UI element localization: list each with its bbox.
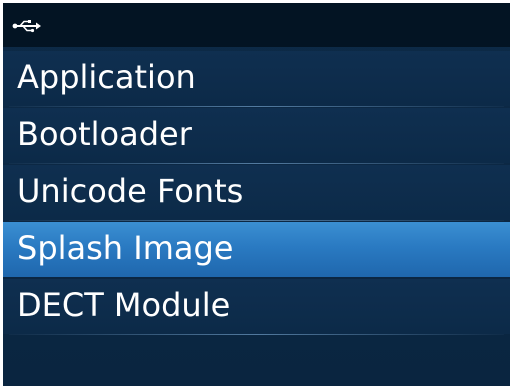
divider [9, 163, 504, 164]
divider [9, 334, 504, 335]
menu-item-bootloader[interactable]: Bootloader [3, 108, 510, 164]
status-bar [3, 3, 510, 47]
menu-item-unicode-fonts[interactable]: Unicode Fonts [3, 165, 510, 221]
menu-item-label: Application [17, 58, 196, 96]
menu-item-dect-module[interactable]: DECT Module [3, 279, 510, 335]
menu-item-label: Bootloader [17, 115, 192, 153]
menu-item-label: Splash Image [17, 229, 234, 267]
menu-item-label: Unicode Fonts [17, 172, 244, 210]
update-menu: Application Bootloader Unicode Fonts Spl… [3, 51, 510, 336]
device-screen: Application Bootloader Unicode Fonts Spl… [3, 3, 510, 386]
menu-item-splash-image[interactable]: Splash Image [3, 222, 510, 277]
menu-item-application[interactable]: Application [3, 51, 510, 107]
divider [9, 220, 504, 221]
usb-icon [12, 20, 41, 33]
divider [9, 106, 504, 107]
menu-item-label: DECT Module [17, 286, 231, 324]
